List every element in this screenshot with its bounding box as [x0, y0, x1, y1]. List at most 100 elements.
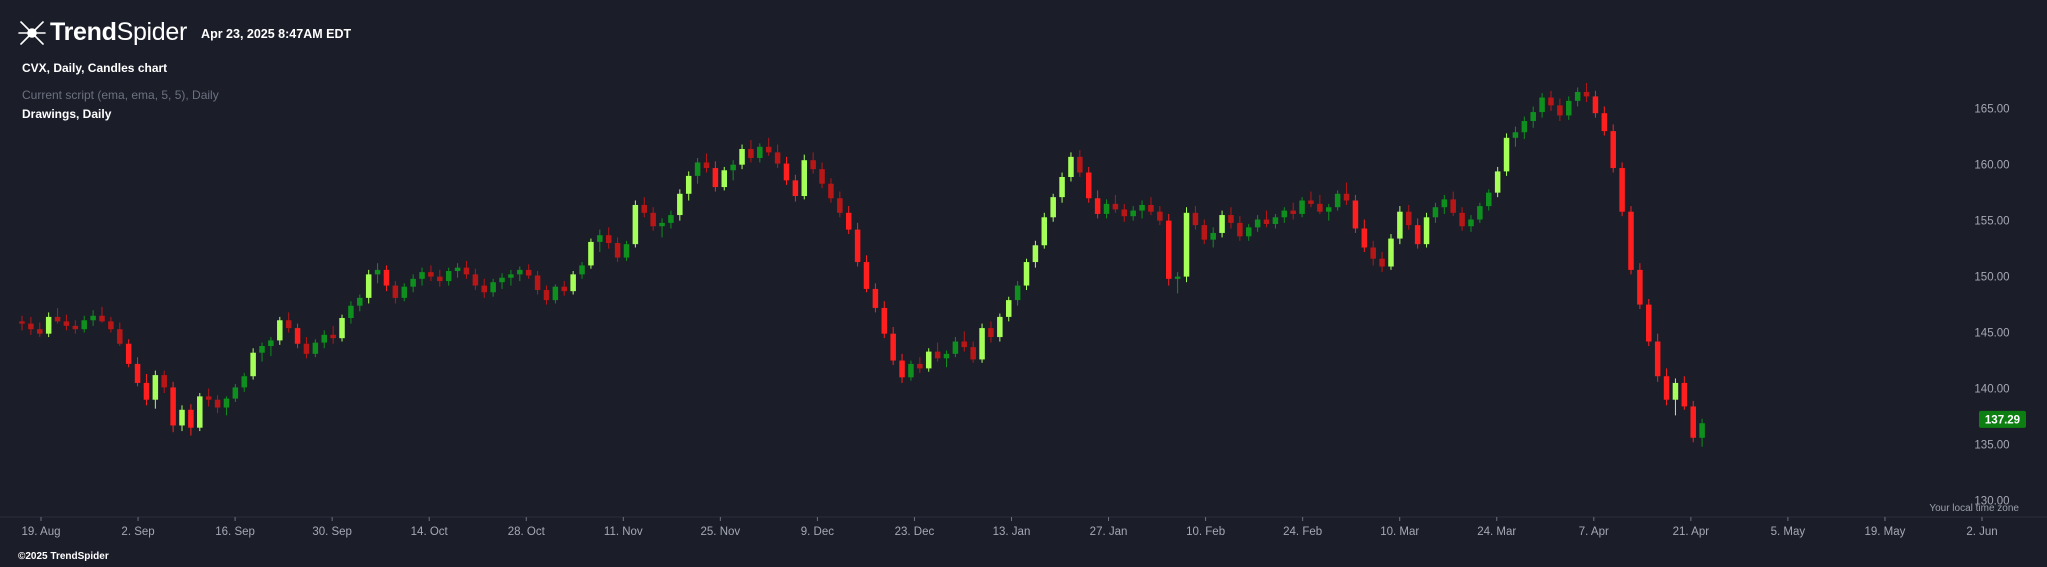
candle-body [863, 262, 870, 289]
candle-body [1539, 97, 1545, 113]
candle-body [952, 341, 959, 354]
candle-body [81, 320, 87, 330]
candle-body [1601, 113, 1608, 132]
x-tick-label: 11. Nov [604, 526, 643, 538]
y-tick-label: 140.00 [1974, 384, 2009, 396]
candle-body [1468, 219, 1474, 227]
x-tick-label: 21. Apr [1673, 526, 1710, 538]
candle-body [1637, 269, 1643, 305]
candle-body [277, 320, 283, 341]
candle-body [890, 333, 896, 361]
candle-body [561, 286, 568, 292]
candle-body [1023, 262, 1030, 286]
candle-body [1005, 300, 1012, 317]
candle-body [757, 146, 763, 158]
candle-body [801, 160, 808, 197]
x-tick-label: 27. Jan [1090, 526, 1128, 538]
candle-body [1574, 91, 1581, 101]
y-tick-label: 150.00 [1974, 272, 2009, 284]
candle-body [730, 164, 736, 171]
x-tick-label: 10. Feb [1186, 526, 1225, 538]
x-tick-label: 25. Nov [701, 526, 741, 538]
candle-body [259, 345, 265, 353]
candle-body [250, 352, 256, 377]
candle-body [419, 272, 425, 279]
candle-body [490, 282, 496, 293]
candle-body [721, 170, 728, 188]
candle-body [1112, 203, 1119, 210]
x-tick-label: 19. May [1864, 526, 1905, 538]
x-tick-label: 23. Dec [895, 526, 935, 538]
candle-body [1646, 304, 1652, 342]
candle-body [1352, 200, 1359, 229]
candle-body [845, 212, 852, 230]
candle-body [659, 222, 665, 227]
candle-body [143, 382, 150, 400]
candle-body [881, 307, 888, 334]
candle-body [268, 340, 274, 346]
candle-body [1219, 215, 1225, 233]
candle-body [152, 375, 159, 400]
candle-body [525, 269, 532, 276]
y-tick-label: 155.00 [1974, 216, 2009, 228]
candle-body [1068, 156, 1074, 177]
candle-body [1201, 225, 1208, 240]
candle-body [979, 328, 985, 360]
candle-body [445, 271, 452, 282]
candle-body [1423, 217, 1430, 245]
candle-body [1228, 215, 1234, 223]
candle-body [872, 288, 879, 308]
candle-body [1690, 406, 1696, 438]
time-zone-note: Your local time zone [1929, 503, 2019, 514]
candle-body [1130, 210, 1136, 217]
candle-body [1610, 131, 1616, 169]
candle-body [99, 315, 105, 322]
candle-body [1299, 200, 1305, 214]
x-tick-label: 16. Sep [215, 526, 255, 538]
candle-body [188, 409, 194, 428]
candle-body [365, 274, 372, 298]
candle-body [232, 387, 239, 399]
candle-body [988, 328, 994, 338]
candle-body [1183, 212, 1190, 277]
candle-body [1032, 245, 1039, 263]
x-tick-label: 24. Mar [1477, 526, 1516, 538]
candle-body [117, 329, 123, 344]
candle-body [1165, 220, 1172, 279]
candle-body [1663, 376, 1670, 400]
x-tick-label: 2. Jun [1966, 526, 1997, 538]
candle-body [588, 241, 594, 266]
candle-body [1548, 97, 1554, 106]
candle-body [54, 316, 61, 322]
candle-body [1406, 211, 1412, 226]
candle-body [1521, 121, 1528, 133]
candle-body [810, 160, 816, 170]
candle-body [108, 321, 114, 330]
candle-body [837, 198, 843, 213]
candle-body [677, 193, 683, 216]
candle-body [614, 243, 621, 258]
candle-body [134, 363, 141, 383]
candle-body [650, 212, 656, 227]
candle-body [1174, 276, 1181, 279]
candle-body [392, 285, 399, 298]
candle-body [1557, 105, 1563, 116]
candle-body [1014, 285, 1021, 301]
candle-body [1334, 193, 1341, 208]
candle-body [383, 269, 390, 286]
candle-body [1317, 203, 1323, 212]
candle-body [543, 290, 550, 301]
candle-body [623, 244, 630, 258]
x-tick-label: 19. Aug [21, 526, 60, 538]
candle-body [685, 175, 692, 194]
candle-body [1486, 192, 1492, 207]
candle-body [1210, 232, 1216, 240]
candle-body [1148, 204, 1154, 212]
candle-body [499, 277, 505, 283]
candle-body [517, 269, 523, 275]
candle-body [1281, 210, 1288, 218]
candle-body [970, 347, 976, 360]
candle-body [1059, 176, 1065, 198]
candlestick-chart[interactable]: 130.00135.00140.00145.00150.00155.00160.… [0, 0, 2047, 567]
candle-body [241, 376, 247, 388]
